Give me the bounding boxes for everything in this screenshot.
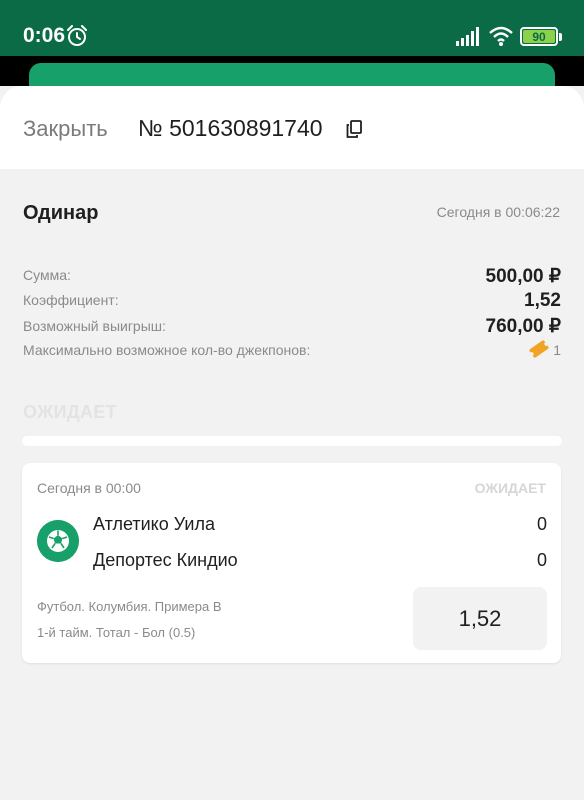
score-home: 0 (536, 514, 547, 534)
event-card: Сегодня в 00:00 ОЖИДАЕТ Атлетико Уила 0 … (22, 463, 561, 663)
event-status: ОЖИДАЕТ (474, 480, 546, 496)
battery-icon: 90 (520, 27, 562, 46)
team-away: Депортес Киндио (93, 550, 238, 570)
bet-time: Сегодня в 00:06:22 (436, 204, 560, 220)
coupon-icon (529, 340, 549, 358)
event-time: Сегодня в 00:00 (37, 480, 141, 496)
amount-label: Сумма: (23, 267, 71, 283)
score-away: 0 (536, 550, 547, 570)
status-time: 0:06 (23, 24, 66, 47)
team-home: Атлетико Уила (93, 514, 215, 534)
football-icon (37, 520, 79, 562)
copy-icon[interactable] (346, 120, 362, 138)
battery-level: 90 (523, 30, 555, 44)
bet-type: Одинар (23, 202, 99, 224)
amount-value: 500,00 ₽ (485, 266, 561, 287)
event-market: 1-й тайм. Тотал - Бол (0.5) (37, 625, 196, 640)
odds-button[interactable]: 1,52 (413, 587, 547, 650)
possible-win-value: 760,00 ₽ (485, 316, 561, 337)
alarm-icon (67, 25, 87, 46)
wifi-icon (489, 26, 513, 46)
close-button[interactable]: Закрыть (23, 116, 108, 142)
jackpot-count: 1 (553, 342, 561, 358)
sheet-header: Закрыть № 501630891740 (0, 86, 584, 169)
possible-win-label: Возможный выигрыш: (23, 318, 166, 334)
bet-details-sheet: Закрыть № 501630891740 Одинар Сегодня в … (0, 86, 584, 800)
ticket-number: № 501630891740 (138, 115, 323, 141)
status-bar: 0:06 90 (0, 0, 584, 56)
signal-icon (456, 27, 479, 46)
jackpot-label: Максимально возможное кол-во джекпонов: (23, 342, 311, 358)
bet-status: ОЖИДАЕТ (23, 402, 117, 422)
coefficient-label: Коэффициент: (23, 292, 119, 308)
coefficient-value: 1,52 (524, 290, 561, 311)
status-progress-bar (22, 436, 562, 446)
event-league: Футбол. Колумбия. Примера В (37, 599, 222, 614)
